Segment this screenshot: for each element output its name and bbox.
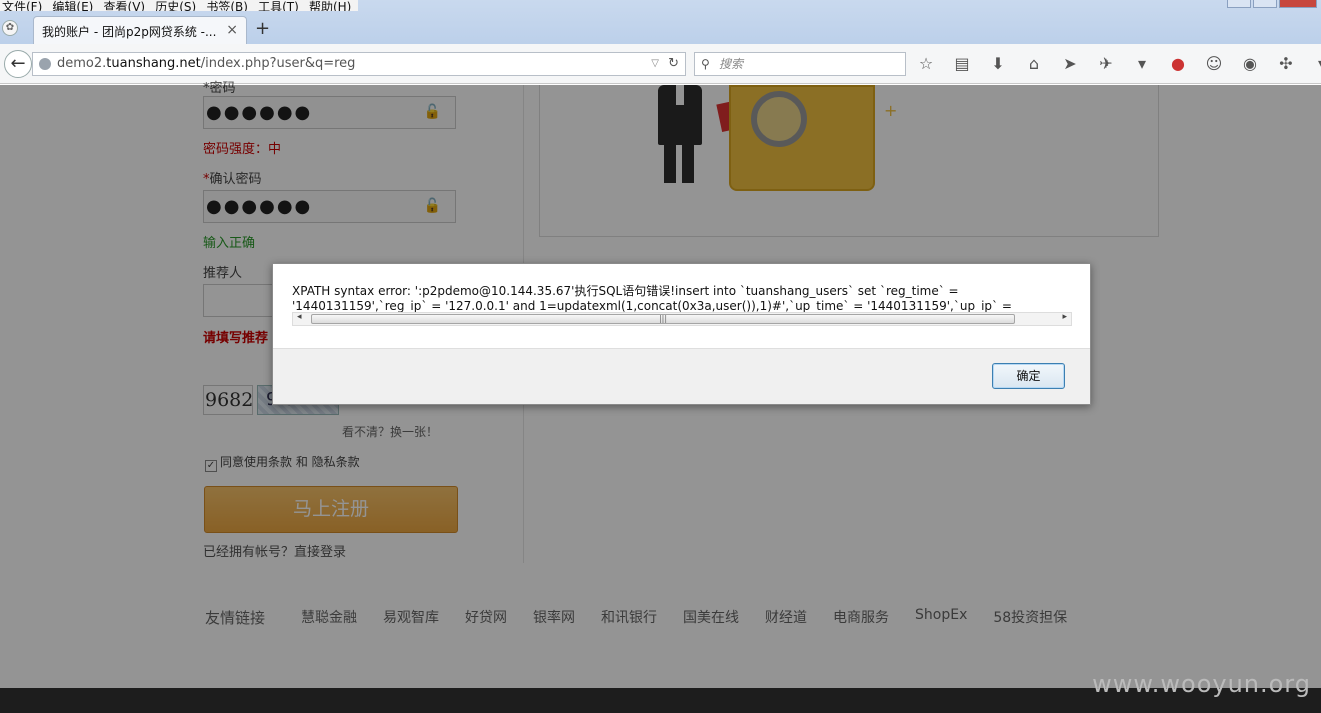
new-tab-button[interactable]: + bbox=[255, 18, 270, 39]
scroll-right-icon[interactable]: ▸ bbox=[1062, 312, 1067, 322]
menu-history[interactable]: 历史(S) bbox=[155, 1, 196, 11]
globe-addon-icon[interactable]: ◉ bbox=[1239, 52, 1261, 76]
scroll-left-icon[interactable]: ◂ bbox=[297, 312, 302, 322]
ok-button[interactable]: 确定 bbox=[992, 363, 1065, 389]
home-icon[interactable]: ⌂ bbox=[1023, 52, 1045, 76]
toolbar-icons: ☆ ▤ ⬇ ⌂ ➤ ✈ ▾ ● ☺ ◉ ✣ ▾ bbox=[915, 52, 1321, 76]
tab-close-icon[interactable]: × bbox=[226, 22, 238, 38]
reload-icon[interactable]: ↻ bbox=[668, 53, 679, 75]
menu-bookmarks[interactable]: 书签(B) bbox=[206, 1, 248, 11]
menu-tools[interactable]: 工具(T) bbox=[258, 1, 299, 11]
send-icon[interactable]: ➤ bbox=[1059, 52, 1081, 76]
tab-title: 我的账户 - 团尚p2p网贷系统 -... bbox=[42, 25, 217, 39]
menu-overflow-icon[interactable]: ▾ bbox=[1311, 52, 1321, 76]
url-bar[interactable]: demo2.tuanshang.net/index.php?user&q=reg… bbox=[32, 52, 686, 76]
back-button[interactable]: ← bbox=[4, 50, 32, 78]
url-prefix: demo2. bbox=[57, 56, 107, 71]
bookmark-star-icon[interactable]: ☆ bbox=[915, 52, 937, 76]
firefox-menu-icon[interactable]: ✿ bbox=[2, 20, 18, 36]
navigation-bar: ← demo2.tuanshang.net/index.php?user&q=r… bbox=[0, 44, 1321, 84]
horizontal-scrollbar[interactable]: ◂ ||| ▸ bbox=[292, 312, 1072, 326]
search-box[interactable]: ⚲ 搜索 bbox=[694, 52, 906, 76]
watermark: www.wooyun.org bbox=[1092, 670, 1311, 698]
alert-message: XPATH syntax error: ':p2pdemo@10.144.35.… bbox=[292, 284, 1012, 312]
url-dropdown-icon[interactable]: ▽ bbox=[651, 53, 659, 75]
extension-icon[interactable]: ✈ bbox=[1095, 52, 1117, 76]
reading-list-icon[interactable]: ▤ bbox=[951, 52, 973, 76]
menu-file[interactable]: 文件(F) bbox=[2, 1, 42, 11]
chat-icon[interactable]: ☺ bbox=[1203, 52, 1225, 76]
maximize-button[interactable] bbox=[1253, 0, 1277, 8]
dropdown-icon[interactable]: ▾ bbox=[1131, 52, 1153, 76]
dialog-footer: 确定 bbox=[273, 348, 1090, 404]
alert-dialog: XPATH syntax error: ':p2pdemo@10.144.35.… bbox=[272, 263, 1091, 405]
menu-bar: 文件(F) 编辑(E) 查看(V) 历史(S) 书签(B) 工具(T) 帮助(H… bbox=[0, 0, 358, 11]
addon-icon[interactable]: ✣ bbox=[1275, 52, 1297, 76]
scrollbar-thumb[interactable]: ||| bbox=[311, 314, 1015, 324]
download-icon[interactable]: ⬇ bbox=[987, 52, 1009, 76]
minimize-button[interactable] bbox=[1227, 0, 1251, 8]
window-controls bbox=[1225, 0, 1317, 8]
globe-icon bbox=[39, 58, 51, 70]
url-path: /index.php?user&q=reg bbox=[200, 56, 356, 71]
menu-help[interactable]: 帮助(H) bbox=[309, 1, 351, 11]
tab-my-account[interactable]: 我的账户 - 团尚p2p网贷系统 -... × bbox=[33, 16, 247, 45]
close-window-button[interactable] bbox=[1279, 0, 1317, 8]
url-host: tuanshang.net bbox=[106, 56, 201, 71]
menu-view[interactable]: 查看(V) bbox=[104, 1, 146, 11]
search-placeholder: 搜索 bbox=[719, 57, 744, 71]
menu-edit[interactable]: 编辑(E) bbox=[52, 1, 93, 11]
search-icon: ⚲ bbox=[701, 57, 710, 71]
addon-red-icon[interactable]: ● bbox=[1167, 52, 1189, 76]
browser-titlebar: 文件(F) 编辑(E) 查看(V) 历史(S) 书签(B) 工具(T) 帮助(H… bbox=[0, 0, 1321, 45]
